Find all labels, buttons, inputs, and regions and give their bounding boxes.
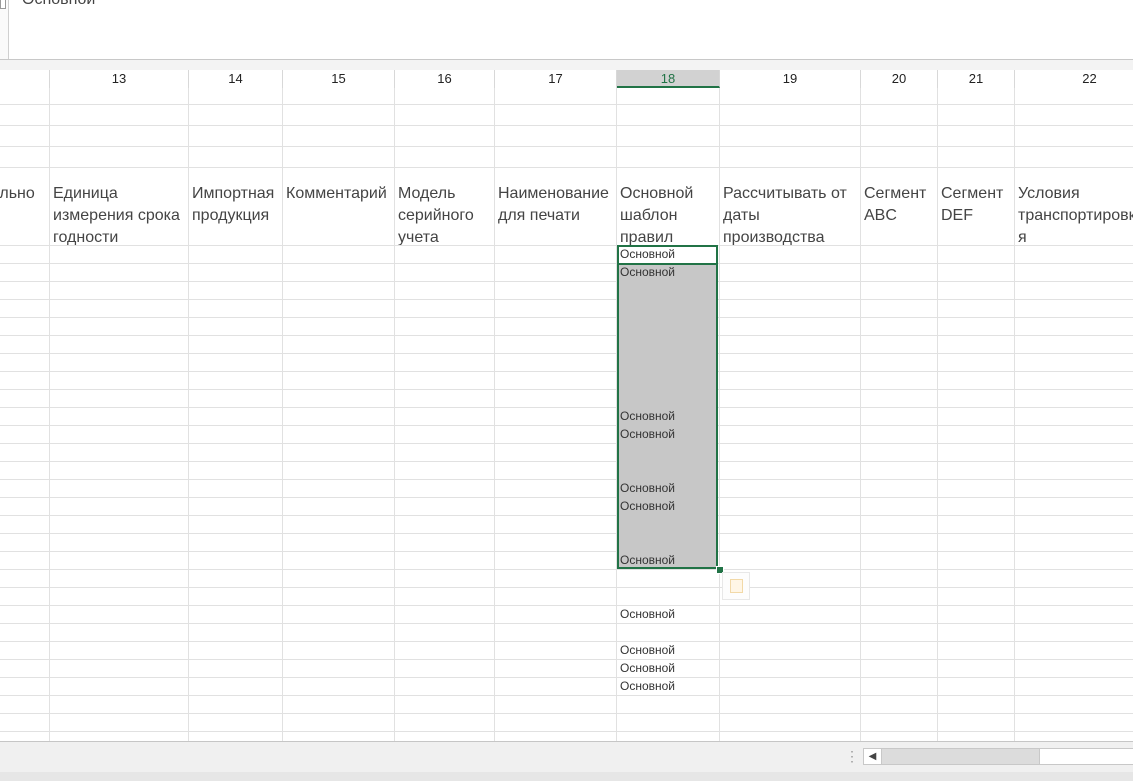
cell-value[interactable]: Основной: [620, 263, 675, 281]
cell-value[interactable]: Основной: [620, 677, 675, 695]
column-header-16[interactable]: 16: [395, 70, 495, 88]
header-cell-21[interactable]: Сегмент DEF: [938, 183, 1014, 245]
header-cell-18[interactable]: Основной шаблон правил: [617, 183, 719, 245]
cell-value[interactable]: Основной: [620, 605, 675, 623]
column-header-20[interactable]: 20: [861, 70, 938, 88]
column-header-14[interactable]: 14: [189, 70, 283, 88]
formula-bar[interactable]: Основной: [0, 0, 1133, 60]
formula-separator: [0, 60, 1133, 70]
scroll-left-icon[interactable]: ◀: [864, 749, 882, 764]
cell-value[interactable]: Основной: [620, 407, 675, 425]
header-cell-22[interactable]: Условия транспортировки я: [1015, 183, 1133, 245]
cell-value[interactable]: Основной: [620, 659, 675, 677]
header-cell-17[interactable]: Наименование для печати: [495, 183, 616, 245]
column-header-13[interactable]: 13: [50, 70, 189, 88]
horizontal-scrollbar[interactable]: ◀: [863, 748, 1133, 765]
column-header-22[interactable]: 22: [1015, 70, 1133, 88]
cell-value[interactable]: Основной: [620, 551, 675, 569]
header-cell-14[interactable]: Импортная продукция: [189, 183, 282, 245]
column-header-19[interactable]: 19: [720, 70, 861, 88]
column-header-21[interactable]: 21: [938, 70, 1015, 88]
header-cell-16[interactable]: Модель серийного учета: [395, 183, 494, 245]
paste-options-button[interactable]: [722, 572, 750, 600]
column-header-18[interactable]: 18: [617, 70, 720, 88]
cell-value[interactable]: Основной: [620, 425, 675, 443]
header-cell-20[interactable]: Сегмент ABC: [861, 183, 937, 245]
splitter-handle-icon[interactable]: ⋮: [845, 749, 859, 763]
column-header-15[interactable]: 15: [283, 70, 395, 88]
cell-value[interactable]: Основной: [620, 641, 675, 659]
header-cell-12[interactable]: ельно е: [0, 183, 48, 245]
column-header-12[interactable]: [0, 70, 50, 88]
expand-formula-icon[interactable]: [0, 0, 6, 9]
formula-bar-value[interactable]: Основной: [22, 0, 95, 9]
header-cell-13[interactable]: Единица измерения срока годности: [50, 183, 188, 245]
sheet-tab-bar: ⋮ ◀: [0, 741, 1133, 781]
clipboard-icon: [730, 579, 743, 593]
cell-value[interactable]: Основной: [620, 497, 675, 515]
column-header-17[interactable]: 17: [495, 70, 617, 88]
column-header-row: 13 14 15 16 17 18 19 20 21 22: [0, 70, 1133, 89]
header-cell-15[interactable]: Комментарий: [283, 183, 394, 245]
header-cell-19[interactable]: Рассчитывать от даты производства: [720, 183, 860, 245]
scroll-thumb[interactable]: [1039, 749, 1133, 764]
cell-value[interactable]: Основной: [620, 479, 675, 497]
cell-value[interactable]: Основной: [620, 245, 675, 263]
spreadsheet-grid[interactable]: ельно е Единица измерения срока годности…: [0, 88, 1133, 741]
